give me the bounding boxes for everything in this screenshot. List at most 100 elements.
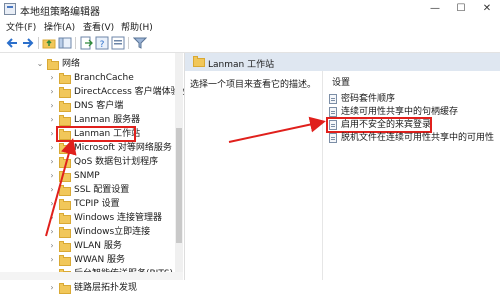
maximize-button[interactable]: ☐ [448, 0, 474, 18]
tree-item[interactable]: › Lanman 服务器 [0, 113, 175, 127]
tree-item[interactable]: › Lanman 工作站 [0, 126, 175, 142]
tree-item[interactable]: › Windows 连接管理器 [0, 211, 175, 225]
setting-item[interactable]: 启用不安全的来宾登录 [326, 117, 497, 133]
tree-item[interactable]: › WWAN 服务 [0, 253, 175, 267]
menu-file[interactable]: 文件(F) [6, 20, 36, 33]
properties-icon[interactable] [111, 36, 125, 50]
tree-item-label: Lanman 服务器 [74, 115, 141, 125]
folder-icon [59, 255, 71, 266]
chevron-right-icon[interactable]: › [48, 197, 56, 211]
settings-list: 密码套件顺序 连续可用性共享中的句柄缓存 启用不安全的来宾登录 脱机文件在连续可用性共… [322, 71, 500, 280]
menu-help[interactable]: 帮助(H) [121, 20, 153, 33]
chevron-right-icon[interactable]: › [48, 211, 56, 225]
toolbar-separator [128, 37, 129, 49]
tree-item[interactable]: › DNS 客户端 [0, 99, 175, 113]
folder-icon [59, 101, 71, 112]
tree-item[interactable]: › SSL 配置设置 [0, 183, 175, 197]
tree-item[interactable]: ⌄ 网络 [0, 57, 175, 71]
tree-item[interactable]: › Windows立即连接 [0, 225, 175, 239]
folder-icon [59, 171, 71, 182]
chevron-right-icon[interactable]: › [48, 99, 56, 113]
svg-text:?: ? [100, 40, 105, 50]
status-strip [0, 272, 183, 280]
back-arrow-icon[interactable] [5, 36, 19, 50]
tree-item[interactable]: › SNMP [0, 169, 175, 183]
toolbar-separator [38, 37, 39, 49]
folder-icon [59, 283, 71, 294]
folder-icon [193, 56, 205, 67]
policy-setting-icon [329, 94, 337, 104]
tree-scrollbar-thumb[interactable] [176, 128, 182, 243]
tree-item[interactable]: › BranchCache [0, 71, 175, 85]
description-text: 选择一个项目来查看它的描述。 [190, 80, 317, 90]
tree-item-label: Microsoft 对等网络服务 [74, 143, 172, 153]
folder-icon [59, 241, 71, 252]
folder-icon [47, 59, 59, 70]
tree-item-label: QoS 数据包计划程序 [74, 157, 159, 167]
chevron-right-icon[interactable]: › [48, 183, 56, 197]
setting-item[interactable]: 密码套件顺序 [329, 93, 497, 105]
help-icon[interactable]: ? [95, 36, 109, 50]
setting-item[interactable]: 脱机文件在连续可用性共享中的可用性 [329, 132, 497, 144]
chevron-right-icon[interactable]: › [48, 127, 56, 141]
tree-item-label: 链路层拓扑发现 [74, 283, 138, 293]
forward-arrow-icon[interactable] [21, 36, 35, 50]
chevron-right-icon[interactable]: › [48, 85, 56, 99]
chevron-right-icon[interactable]: › [48, 71, 56, 85]
folder-icon [59, 227, 71, 238]
policy-setting-icon [329, 133, 337, 143]
show-hide-tree-icon[interactable] [58, 36, 72, 50]
chevron-right-icon[interactable]: › [48, 239, 56, 253]
tree-item[interactable]: › 链路层拓扑发现 [0, 281, 175, 295]
folder-icon [59, 213, 71, 224]
folder-icon [59, 115, 71, 126]
menu-view[interactable]: 查看(V) [83, 20, 114, 33]
folder-icon [59, 73, 71, 84]
folder-icon [59, 87, 71, 98]
export-list-icon[interactable] [79, 36, 93, 50]
folder-icon [59, 199, 71, 210]
folder-icon [59, 157, 71, 168]
chevron-right-icon[interactable]: › [48, 169, 56, 183]
tree-pane: ⌄ 网络 › BranchCache › DirectAccess 客户端体验设置 › DNS… [0, 53, 198, 294]
tree-item[interactable]: › TCPIP 设置 [0, 197, 175, 211]
chevron-right-icon[interactable]: › [48, 155, 56, 169]
group-policy-app-icon [4, 3, 16, 15]
window-title: 本地组策略编辑器 [20, 7, 100, 18]
tree-item-label: 网络 [62, 59, 81, 69]
tree-item-label: SNMP [74, 171, 100, 181]
tree-item-label: SSL 配置设置 [74, 185, 130, 195]
setting-item-label: 脱机文件在连续可用性共享中的可用性 [341, 133, 495, 143]
menu-action[interactable]: 操作(A) [44, 20, 75, 33]
folder-icon [59, 143, 71, 154]
minimize-button[interactable]: — [422, 0, 448, 18]
chevron-right-icon[interactable]: › [48, 225, 56, 239]
close-button[interactable]: ✕ [474, 0, 500, 18]
tree-item[interactable]: › Microsoft 对等网络服务 [0, 141, 175, 155]
details-header-title: Lanman 工作站 [208, 60, 275, 70]
tree-item-label: DNS 客户端 [74, 101, 124, 111]
folder-icon [59, 185, 71, 196]
setting-item-label: 密码套件顺序 [341, 94, 396, 104]
chevron-down-icon[interactable]: ⌄ [36, 57, 44, 71]
setting-highlight-box [326, 117, 432, 133]
tree-item-label: Windows 连接管理器 [74, 213, 163, 223]
tree-item-label: WWAN 服务 [74, 255, 126, 265]
tree-item-label: WLAN 服务 [74, 241, 122, 251]
toolbar-separator [75, 37, 76, 49]
policy-setting-icon [329, 107, 337, 117]
selected-item-highlight [56, 126, 136, 142]
tree-item[interactable]: › DirectAccess 客户端体验设置 [0, 85, 198, 99]
chevron-right-icon[interactable]: › [48, 253, 56, 267]
tree-item-label: BranchCache [74, 73, 134, 83]
up-folder-icon[interactable] [42, 36, 56, 50]
chevron-right-icon[interactable]: › [48, 113, 56, 127]
tree-item[interactable]: › QoS 数据包计划程序 [0, 155, 175, 169]
chevron-right-icon[interactable]: › [48, 281, 56, 295]
settings-column-header[interactable]: 设置 [332, 75, 350, 88]
tree-item-label: TCPIP 设置 [74, 199, 120, 209]
tree-item[interactable]: › WLAN 服务 [0, 239, 175, 253]
chevron-right-icon[interactable]: › [48, 141, 56, 155]
tree-item-label: Windows立即连接 [74, 227, 151, 237]
filter-icon[interactable] [133, 36, 147, 50]
